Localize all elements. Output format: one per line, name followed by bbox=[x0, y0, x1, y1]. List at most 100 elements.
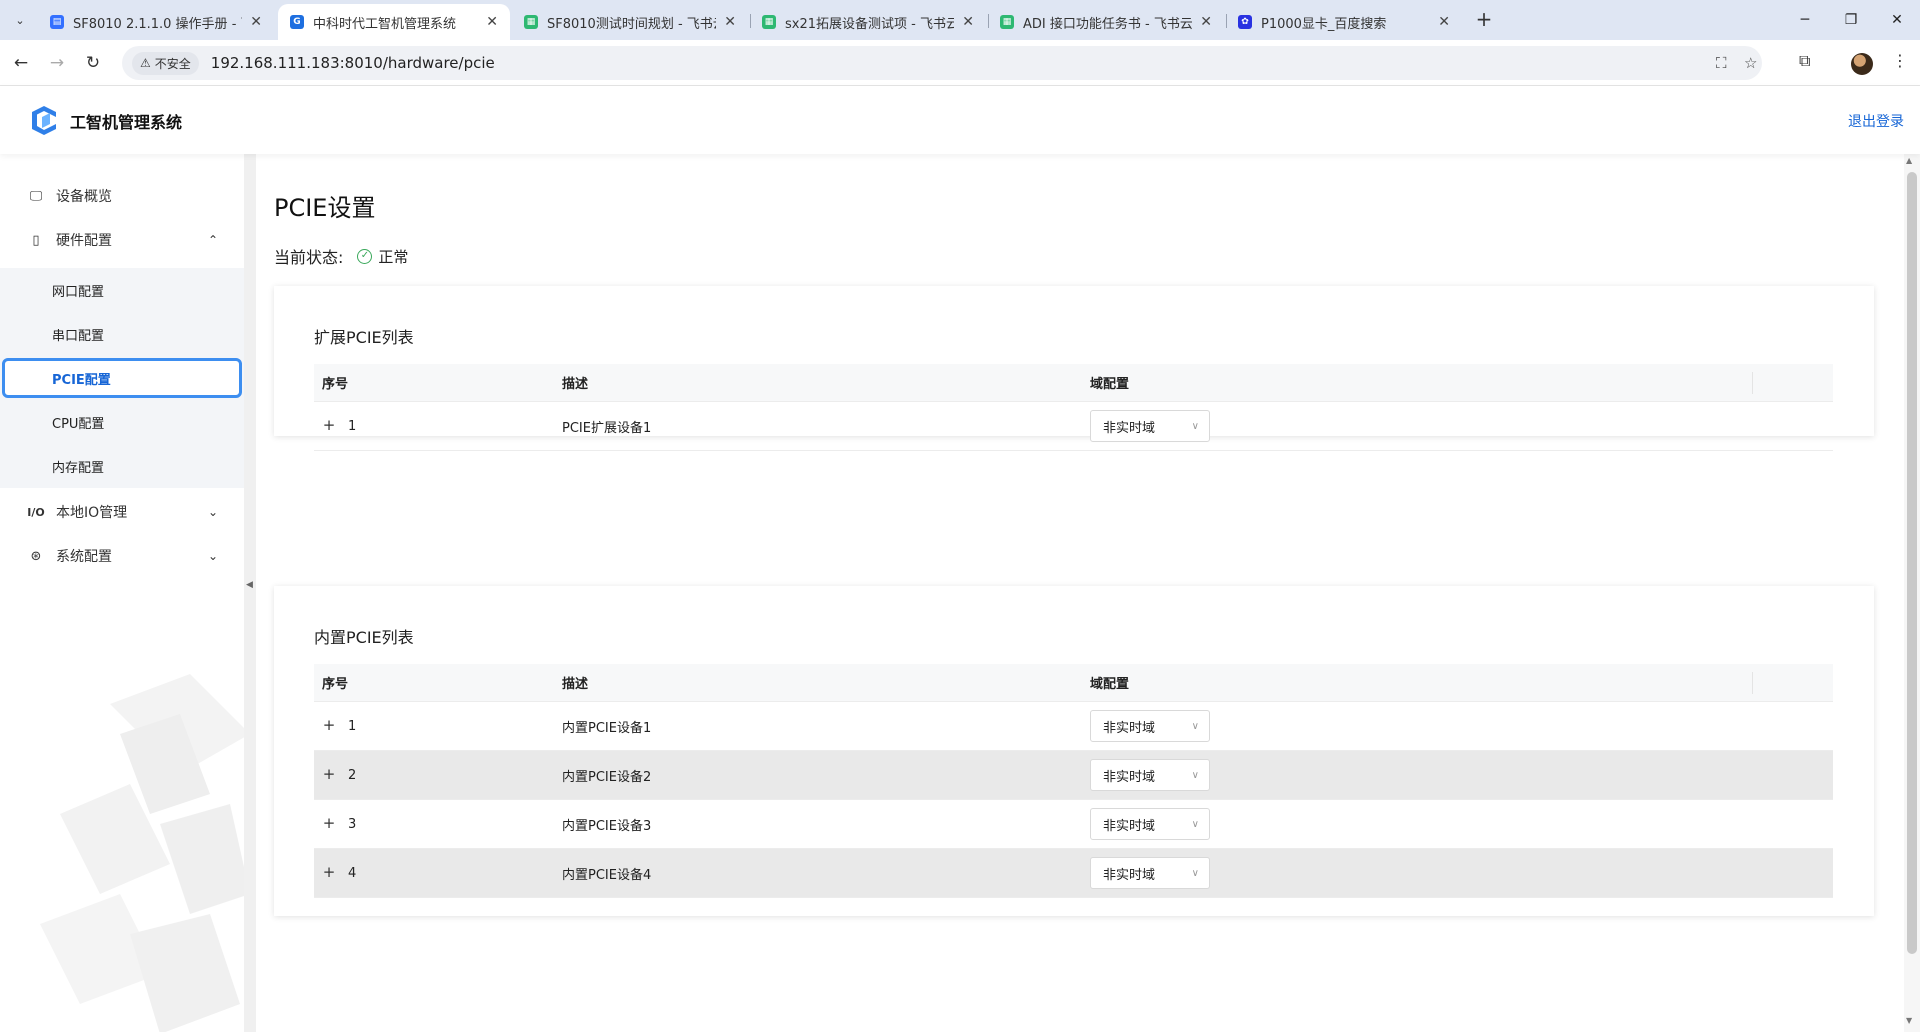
column-header-desc: 描述 bbox=[562, 377, 589, 392]
sidebar-item-network[interactable]: 网口配置 bbox=[0, 268, 244, 312]
sidebar-item-overview[interactable]: 🖵 设备概览 bbox=[0, 176, 244, 216]
table-row: + 1 内置PCIE设备1 非实时域 ∨ bbox=[314, 702, 1833, 751]
row-number: 1 bbox=[348, 718, 357, 734]
domain-select[interactable]: 非实时域 ∨ bbox=[1090, 410, 1210, 442]
app-logo-icon bbox=[32, 106, 56, 135]
bookmark-star-icon[interactable]: ☆ bbox=[1744, 54, 1757, 72]
expand-plus-icon[interactable]: + bbox=[322, 865, 336, 880]
scroll-up-arrow-icon[interactable]: ▲ bbox=[1906, 156, 1912, 165]
reload-icon[interactable]: ↻ bbox=[80, 50, 106, 76]
sidebar-item-system[interactable]: ⊛ 系统配置 ⌄ bbox=[0, 536, 244, 576]
close-tab-icon[interactable]: ✕ bbox=[250, 14, 262, 30]
domain-select[interactable]: 非实时域 ∨ bbox=[1090, 857, 1210, 889]
table-header: 序号 描述 域配置 bbox=[314, 364, 1833, 402]
sidebar-item-local-io[interactable]: I/O 本地IO管理 ⌄ bbox=[0, 492, 244, 532]
expand-plus-icon[interactable]: + bbox=[322, 718, 336, 733]
scroll-down-arrow-icon[interactable]: ▼ bbox=[1906, 1016, 1912, 1025]
collapse-arrow-icon[interactable]: ◀ bbox=[246, 580, 253, 590]
browser-menu-icon[interactable]: ⋮ bbox=[1892, 51, 1908, 70]
chevron-down-icon: ∨ bbox=[1191, 818, 1199, 830]
domain-select[interactable]: 非实时域 ∨ bbox=[1090, 710, 1210, 742]
status-label: 当前状态: bbox=[274, 248, 344, 267]
restore-window-icon[interactable]: ❐ bbox=[1828, 6, 1874, 34]
sidebar-item-label: 设备概览 bbox=[56, 189, 112, 205]
url-text[interactable]: 192.168.111.183:8010/hardware/pcie bbox=[211, 54, 495, 72]
domain-select[interactable]: 非实时域 ∨ bbox=[1090, 808, 1210, 840]
browser-tab-5[interactable]: ▦ ADI 接口功能任务书 - 飞书云文档 ✕ bbox=[988, 4, 1224, 40]
profile-avatar[interactable] bbox=[1851, 53, 1873, 75]
row-number: 3 bbox=[348, 816, 357, 832]
column-header-desc: 描述 bbox=[562, 677, 589, 692]
monitor-icon: 🖵 bbox=[29, 188, 43, 204]
row-description: PCIE扩展设备1 bbox=[562, 420, 652, 436]
forward-arrow-icon[interactable]: → bbox=[44, 50, 70, 76]
scrollbar-thumb[interactable] bbox=[1907, 172, 1917, 954]
browser-tab-title: 中科时代工智机管理系统 bbox=[313, 16, 457, 32]
warning-triangle-icon: ⚠ bbox=[140, 56, 151, 70]
domain-select-value: 非实时域 bbox=[1103, 818, 1156, 834]
status-badge: ✓ 正常 bbox=[357, 246, 408, 267]
builtin-pcie-table: 序号 描述 域配置 + 1 内置PCIE设备1 非实时域 ∨ + 2 内置PCI… bbox=[314, 664, 1833, 898]
security-label: 不安全 bbox=[154, 56, 191, 71]
close-window-icon[interactable]: ✕ bbox=[1874, 6, 1920, 34]
logout-link[interactable]: 退出登录 bbox=[1848, 111, 1904, 131]
column-header-no: 序号 bbox=[322, 677, 349, 692]
sidebar-item-cpu[interactable]: CPU配置 bbox=[0, 400, 244, 444]
browser-tab-3[interactable]: ▦ SF8010测试时间规划 - 飞书云文档 ✕ bbox=[512, 4, 748, 40]
close-tab-icon[interactable]: ✕ bbox=[724, 14, 736, 30]
doc-favicon-icon: ▤ bbox=[50, 15, 64, 29]
sidebar-item-memory[interactable]: 内存配置 bbox=[0, 444, 244, 488]
expand-plus-icon[interactable]: + bbox=[322, 767, 336, 782]
browser-tab-title: SF8010测试时间规划 - 飞书云文档 bbox=[547, 16, 716, 32]
close-tab-icon[interactable]: ✕ bbox=[962, 14, 974, 30]
address-bar[interactable]: ⚠ 不安全 192.168.111.183:8010/hardware/pcie… bbox=[122, 46, 1762, 80]
row-description: 内置PCIE设备1 bbox=[562, 720, 652, 736]
browser-tab-title: ADI 接口功能任务书 - 飞书云文档 bbox=[1023, 16, 1193, 32]
table-row: + 3 内置PCIE设备3 非实时域 ∨ bbox=[314, 800, 1833, 849]
security-indicator[interactable]: ⚠ 不安全 bbox=[132, 51, 199, 75]
row-number: 1 bbox=[348, 418, 357, 434]
chevron-down-icon: ∨ bbox=[1191, 720, 1199, 732]
table-header: 序号 描述 域配置 bbox=[314, 664, 1833, 702]
close-tab-icon[interactable]: ✕ bbox=[1438, 14, 1450, 30]
new-tab-button[interactable]: + bbox=[1472, 8, 1496, 32]
tab-search-chevron-icon[interactable]: ⌄ bbox=[8, 8, 32, 32]
close-tab-icon[interactable]: ✕ bbox=[486, 14, 498, 30]
sidebar-item-label: 串口配置 bbox=[52, 328, 105, 344]
domain-select[interactable]: 非实时域 ∨ bbox=[1090, 759, 1210, 791]
expand-plus-icon[interactable]: + bbox=[322, 418, 336, 433]
main-content: PCIE设置 当前状态: ✓ 正常 扩展PCIE列表 序号 描述 域配置 + 1… bbox=[256, 154, 1904, 1032]
sidebar-item-serial[interactable]: 串口配置 bbox=[0, 312, 244, 356]
domain-select-value: 非实时域 bbox=[1103, 720, 1156, 736]
minimize-window-icon[interactable]: ─ bbox=[1782, 6, 1828, 34]
sidebar-item-label: 硬件配置 bbox=[56, 233, 112, 249]
page-title: PCIE设置 bbox=[274, 194, 376, 222]
browser-tab-6[interactable]: ✿ P1000显卡_百度搜索 ✕ bbox=[1226, 4, 1462, 40]
sidebar-item-label: 内存配置 bbox=[52, 460, 105, 476]
sidebar-item-pcie[interactable]: PCIE配置 bbox=[0, 356, 244, 400]
close-tab-icon[interactable]: ✕ bbox=[1200, 14, 1212, 30]
table-row: + 2 内置PCIE设备2 非实时域 ∨ bbox=[314, 751, 1833, 800]
back-arrow-icon[interactable]: ← bbox=[8, 50, 34, 76]
sidebar-item-label: CPU配置 bbox=[52, 416, 105, 432]
browser-tab-4[interactable]: ▦ sx21拓展设备测试项 - 飞书云文档 ✕ bbox=[750, 4, 986, 40]
domain-select-value: 非实时域 bbox=[1103, 867, 1156, 883]
translate-icon[interactable]: ⛶ bbox=[1716, 54, 1727, 72]
expand-plus-icon[interactable]: + bbox=[322, 816, 336, 831]
sidebar-item-hardware[interactable]: ▯ 硬件配置 ⌃ bbox=[0, 220, 244, 260]
chevron-down-icon: ∨ bbox=[1191, 420, 1199, 432]
sheet-favicon-icon: ▦ bbox=[1000, 15, 1014, 29]
builtin-pcie-title: 内置PCIE列表 bbox=[314, 628, 414, 647]
io-icon: I/O bbox=[27, 505, 45, 519]
domain-select-value: 非实时域 bbox=[1103, 420, 1156, 436]
column-header-no: 序号 bbox=[322, 377, 349, 392]
extensions-puzzle-icon[interactable]: ⧉ bbox=[1799, 51, 1810, 71]
chevron-down-icon: ∨ bbox=[1191, 769, 1199, 781]
browser-tab-1[interactable]: ▤ SF8010 2.1.1.0 操作手册 - 飞书 ✕ bbox=[38, 4, 274, 40]
sheet-favicon-icon: ▦ bbox=[524, 15, 538, 29]
browser-tab-bar: ⌄ ▤ SF8010 2.1.1.0 操作手册 - 飞书 ✕ G 中科时代工智机… bbox=[0, 0, 1920, 40]
browser-tab-2[interactable]: G 中科时代工智机管理系统 ✕ bbox=[278, 4, 510, 40]
sidebar-item-label: PCIE配置 bbox=[52, 372, 111, 388]
sidebar-item-label: 本地IO管理 bbox=[56, 505, 128, 521]
sidebar-collapse-strip[interactable] bbox=[244, 154, 256, 1032]
